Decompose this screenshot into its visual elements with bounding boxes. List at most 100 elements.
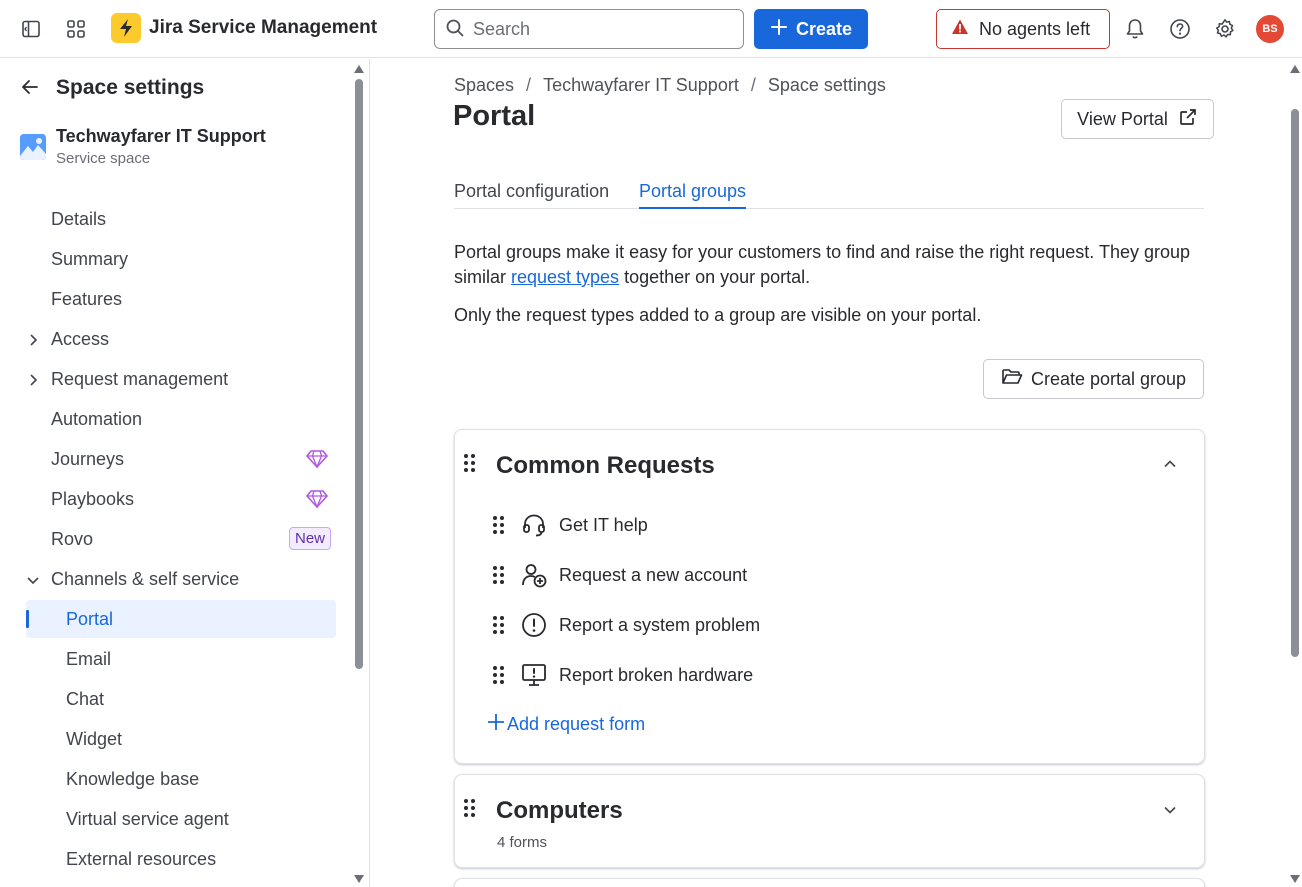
headset-icon xyxy=(521,512,547,538)
portal-group-card: Computers 4 forms xyxy=(454,774,1205,868)
page-title: Portal xyxy=(453,100,536,132)
drag-handle-icon[interactable] xyxy=(464,799,476,817)
sidebar-item-external-resources[interactable]: External resources xyxy=(26,840,336,878)
request-type-row[interactable]: Report broken hardware xyxy=(493,657,1153,693)
sidebar-item-label: Details xyxy=(51,208,107,229)
view-portal-button[interactable]: View Portal xyxy=(1061,99,1214,139)
visibility-note: Only the request types added to a group … xyxy=(454,305,982,325)
bell-icon[interactable] xyxy=(1119,13,1151,45)
request-types-link[interactable]: request types xyxy=(511,267,619,287)
portal-group-card xyxy=(454,878,1205,887)
chevron-right-icon[interactable] xyxy=(26,371,40,386)
drag-handle-icon[interactable] xyxy=(493,566,505,584)
request-type-row[interactable]: Request a new account xyxy=(493,557,1153,593)
gem-icon xyxy=(306,489,328,514)
sidebar-item-label: Virtual service agent xyxy=(66,808,229,829)
breadcrumb-space-settings[interactable]: Space settings xyxy=(768,75,886,96)
drag-handle-icon[interactable] xyxy=(464,454,476,472)
sidebar-item-features[interactable]: Features xyxy=(26,280,336,318)
group-title: Common Requests xyxy=(496,452,715,479)
sidebar-scrollbar[interactable] xyxy=(355,79,363,669)
scroll-up-arrow[interactable] xyxy=(354,65,364,73)
scroll-down-arrow[interactable] xyxy=(354,875,364,883)
sidebar-item-virtual-service-agent[interactable]: Virtual service agent xyxy=(26,800,336,838)
app-name[interactable]: Jira Service Management xyxy=(149,17,377,39)
search-field[interactable] xyxy=(434,9,744,49)
alert-circle-icon xyxy=(521,612,547,638)
create-button[interactable]: Create xyxy=(754,9,868,49)
sidebar-item-label: Automation xyxy=(51,408,143,429)
request-type-row[interactable]: Report a system problem xyxy=(493,607,1153,643)
no-agents-label: No agents left xyxy=(979,18,1091,39)
sidebar-item-summary[interactable]: Summary xyxy=(26,240,336,278)
main-scrollbar[interactable] xyxy=(1291,109,1299,657)
sidebar-item-automation[interactable]: Automation xyxy=(26,400,336,438)
help-icon[interactable] xyxy=(1164,13,1196,45)
avatar[interactable]: BS xyxy=(1255,14,1285,44)
sidebar-item-label: Summary xyxy=(51,248,129,269)
group-title: Computers xyxy=(496,797,623,824)
sidebar-item-widget[interactable]: Widget xyxy=(26,720,336,758)
sidebar-toggle-icon[interactable] xyxy=(15,13,47,45)
add-request-form-label: Add request form xyxy=(507,714,646,734)
drag-handle-icon[interactable] xyxy=(493,616,505,634)
drag-handle-icon[interactable] xyxy=(493,666,505,684)
drag-handle-icon[interactable] xyxy=(493,516,505,534)
scroll-down-arrow[interactable] xyxy=(1290,875,1300,883)
sidebar-item-details[interactable]: Details xyxy=(26,200,336,238)
sidebar-item-request-management[interactable]: Request management xyxy=(26,360,336,398)
gear-icon[interactable] xyxy=(1209,13,1241,45)
sidebar-item-rovo[interactable]: Rovo New xyxy=(26,520,336,558)
space-type: Service space xyxy=(56,150,151,167)
portal-groups-description: Portal groups make it easy for your cust… xyxy=(454,240,1194,290)
tab-portal-configuration[interactable]: Portal configuration xyxy=(454,181,609,209)
back-arrow-icon[interactable] xyxy=(20,77,40,100)
breadcrumb: Spaces / Techwayfarer IT Support / Space… xyxy=(454,75,886,96)
breadcrumb-space[interactable]: Techwayfarer IT Support xyxy=(543,75,739,96)
app-switcher-icon[interactable] xyxy=(60,13,92,45)
sidebar-item-chat[interactable]: Chat xyxy=(26,680,336,718)
request-type-label: Report a system problem xyxy=(559,614,761,635)
sidebar: Space settings Techwayfarer IT Support S… xyxy=(0,59,370,887)
request-type-row[interactable]: Get IT help xyxy=(493,507,1153,543)
sidebar-item-playbooks[interactable]: Playbooks xyxy=(26,480,336,518)
chevron-right-icon[interactable] xyxy=(26,331,40,346)
request-type-label: Report broken hardware xyxy=(559,664,754,685)
chevron-down-icon[interactable] xyxy=(1162,802,1178,818)
sidebar-item-label: Journeys xyxy=(51,448,125,469)
sidebar-item-label: Chat xyxy=(66,688,105,709)
main-content: Spaces / Techwayfarer IT Support / Space… xyxy=(371,59,1302,887)
sidebar-item-label: External resources xyxy=(66,848,217,869)
external-link-icon xyxy=(1178,107,1198,132)
space-name[interactable]: Techwayfarer IT Support xyxy=(56,126,266,147)
sidebar-item-knowledge-base[interactable]: Knowledge base xyxy=(26,760,336,798)
breadcrumb-spaces[interactable]: Spaces xyxy=(454,75,514,96)
tab-bar: Portal configuration Portal groups xyxy=(454,177,1204,209)
sidebar-item-label: Widget xyxy=(66,728,123,749)
no-agents-button[interactable]: No agents left xyxy=(936,9,1110,49)
folder-icon xyxy=(1001,367,1023,392)
sidebar-item-label: Request management xyxy=(51,368,229,389)
tab-portal-groups[interactable]: Portal groups xyxy=(639,181,747,209)
plus-icon xyxy=(487,713,505,736)
warning-icon xyxy=(951,18,969,41)
sidebar-item-email[interactable]: Email xyxy=(26,640,336,678)
sidebar-item-label: Email xyxy=(66,648,112,669)
search-input[interactable] xyxy=(473,18,723,40)
breadcrumb-separator: / xyxy=(526,75,532,95)
request-type-label: Request a new account xyxy=(559,564,748,585)
plus-icon xyxy=(770,18,788,41)
gem-icon xyxy=(306,449,328,474)
jsm-logo-icon[interactable] xyxy=(111,13,141,43)
sidebar-item-journeys[interactable]: Journeys xyxy=(26,440,336,478)
chevron-down-icon[interactable] xyxy=(26,571,40,585)
add-request-form-button[interactable]: Add request form xyxy=(487,713,645,736)
sidebar-header: Space settings xyxy=(20,76,204,100)
sidebar-item-access[interactable]: Access xyxy=(26,320,336,358)
scroll-up-arrow[interactable] xyxy=(1290,65,1300,73)
space-avatar-icon xyxy=(20,134,46,160)
sidebar-item-channels[interactable]: Channels & self service xyxy=(26,560,336,598)
chevron-up-icon[interactable] xyxy=(1162,456,1178,472)
create-portal-group-button[interactable]: Create portal group xyxy=(983,359,1204,399)
sidebar-item-portal[interactable]: Portal xyxy=(26,600,336,638)
